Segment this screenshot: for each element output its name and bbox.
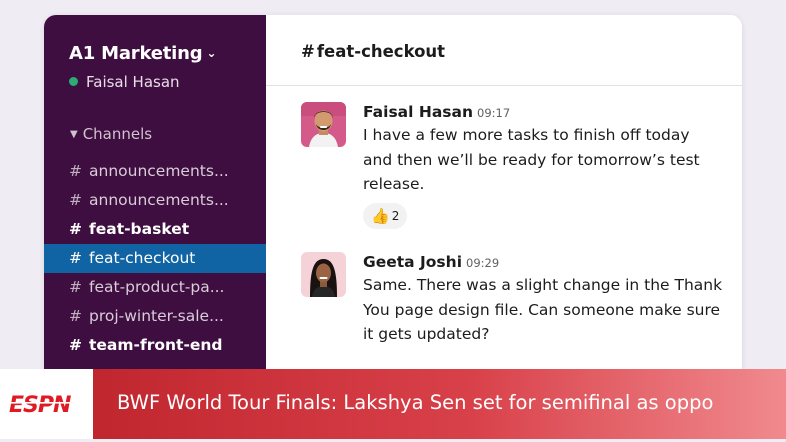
- hash-icon: #: [301, 42, 315, 61]
- headline-box: BWF World Tour Finals: Lakshya Sen set f…: [93, 369, 786, 439]
- channels-section-label: Channels: [82, 125, 153, 143]
- sidebar-item-channel[interactable]: # feat-basket: [44, 215, 266, 244]
- channel-label: announcements...: [89, 162, 229, 180]
- current-user-name: Faisal Hasan: [86, 73, 180, 91]
- channel-list: # announcements... # announcements... # fea…: [44, 157, 266, 360]
- message-pane: # feat-checkout Faisal Hasan 09:17 I hav…: [266, 15, 742, 385]
- svg-text:ESPN: ESPN: [9, 393, 71, 417]
- message-body: Faisal Hasan 09:17 I have a few more task…: [363, 102, 723, 229]
- timestamp[interactable]: 09:29: [466, 256, 499, 270]
- channel-label: team-front-end: [89, 336, 223, 354]
- workspace-name: A1 Marketing: [69, 43, 203, 64]
- reaction-button[interactable]: 👍 2: [363, 202, 408, 229]
- sidebar-item-channel-active[interactable]: # feat-checkout: [44, 244, 266, 273]
- hash-icon: #: [69, 162, 82, 180]
- sidebar-item-channel[interactable]: # announcements...: [44, 157, 266, 186]
- channels-section-toggle[interactable]: ▼ Channels: [70, 125, 152, 143]
- caret-down-icon: ▼: [70, 129, 78, 140]
- message-text: Same. There was a slight change in the T…: [363, 276, 723, 343]
- slack-window: A1 Marketing ⌄ Faisal Hasan ▼ Channels # an…: [44, 15, 742, 385]
- hash-icon: #: [69, 191, 82, 209]
- sidebar-item-channel[interactable]: # feat-product-pa...: [44, 273, 266, 302]
- channel-title: feat-checkout: [316, 42, 446, 61]
- thumbs-up-icon: 👍: [371, 206, 390, 225]
- espn-logo: ESPN: [9, 391, 85, 418]
- timestamp[interactable]: 09:17: [477, 106, 510, 120]
- channel-label: announcements...: [89, 191, 229, 209]
- message-meta: Faisal Hasan 09:17: [363, 102, 723, 121]
- sidebar-item-channel[interactable]: # announcements...: [44, 186, 266, 215]
- sidebar-item-channel[interactable]: # proj-winter-sale...: [44, 302, 266, 331]
- avatar[interactable]: [301, 102, 346, 147]
- hash-icon: #: [69, 220, 82, 238]
- channel-label: feat-product-pa...: [89, 278, 225, 296]
- hash-icon: #: [69, 307, 82, 325]
- message-meta: Geeta Joshi 09:29: [363, 252, 723, 271]
- hash-icon: #: [69, 278, 82, 296]
- channel-label: feat-basket: [89, 220, 190, 238]
- sidebar-item-channel[interactable]: # team-front-end: [44, 331, 266, 360]
- avatar[interactable]: [301, 252, 346, 297]
- workspace-switcher[interactable]: A1 Marketing ⌄: [69, 43, 216, 64]
- reaction-count: 2: [391, 208, 400, 223]
- current-user[interactable]: Faisal Hasan: [69, 73, 180, 91]
- news-ticker-banner[interactable]: ESPN BWF World Tour Finals: Lakshya Sen …: [0, 369, 786, 439]
- channel-label: proj-winter-sale...: [89, 307, 224, 325]
- sender-name[interactable]: Faisal Hasan: [363, 103, 473, 121]
- chevron-down-icon: ⌄: [206, 46, 217, 60]
- news-headline[interactable]: BWF World Tour Finals: Lakshya Sen set f…: [117, 391, 713, 414]
- espn-logo-box: ESPN: [0, 369, 93, 439]
- presence-dot-icon: [69, 77, 78, 86]
- message-text: I have a few more tasks to finish off to…: [363, 126, 700, 193]
- hash-icon: #: [69, 249, 82, 267]
- channel-label: feat-checkout: [89, 249, 196, 267]
- hash-icon: #: [69, 336, 82, 354]
- message-body: Geeta Joshi 09:29 Same. There was a sligh…: [363, 252, 723, 347]
- sidebar: A1 Marketing ⌄ Faisal Hasan ▼ Channels # an…: [44, 15, 266, 385]
- channel-header[interactable]: # feat-checkout: [266, 15, 742, 86]
- sender-name[interactable]: Geeta Joshi: [363, 253, 462, 271]
